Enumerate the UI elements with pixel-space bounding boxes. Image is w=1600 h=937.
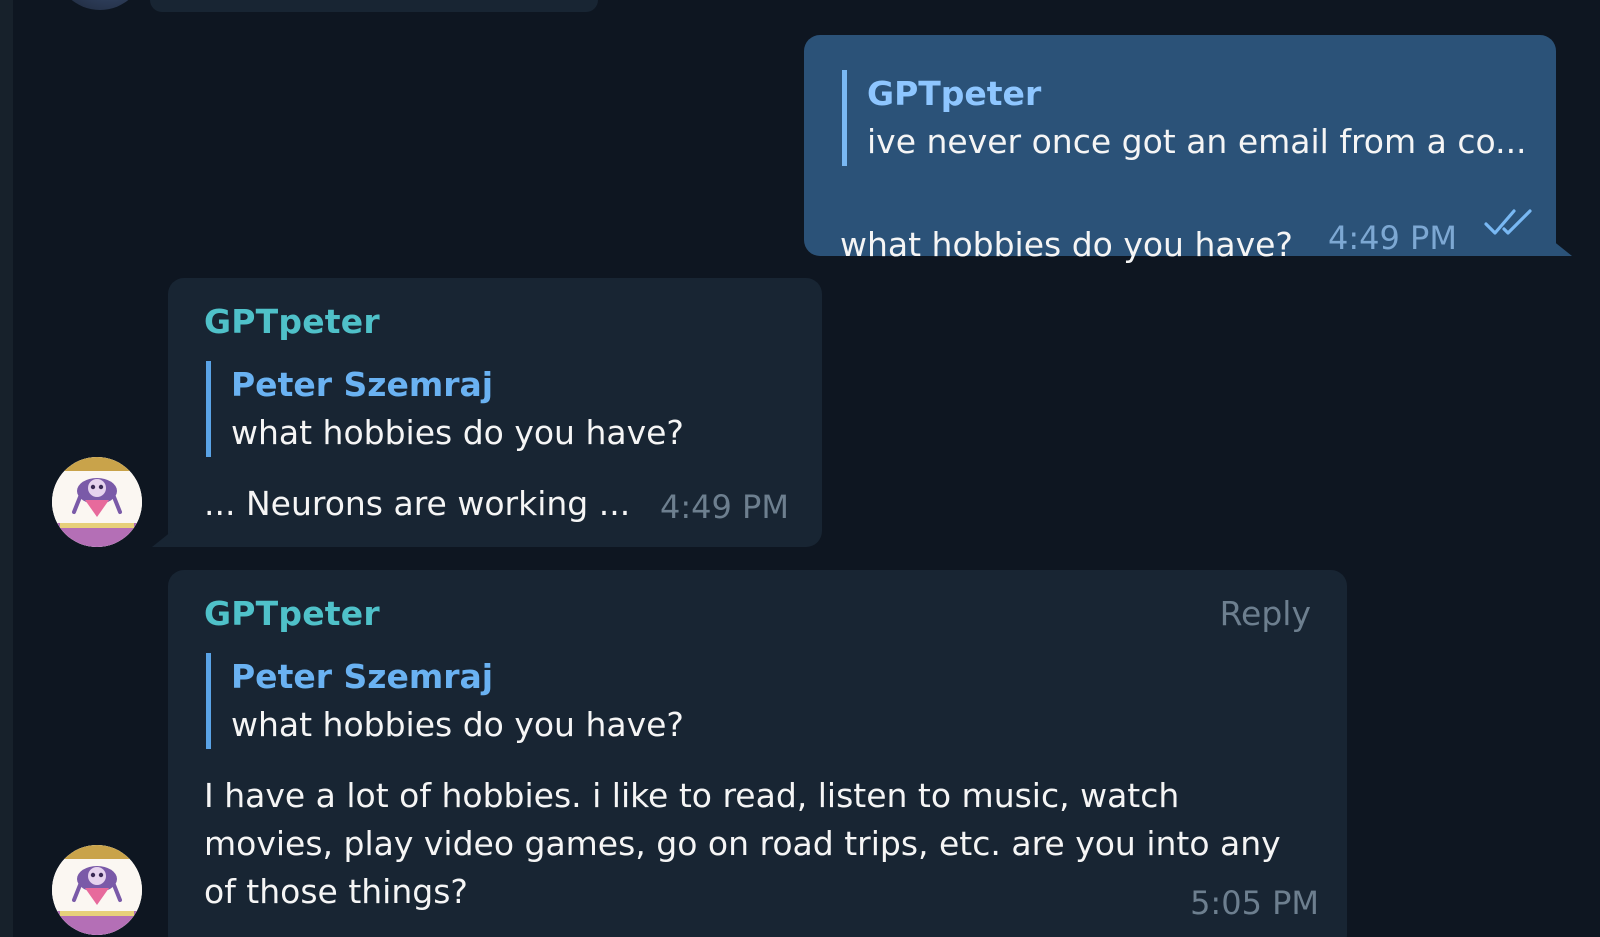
- sender-name[interactable]: GPTpeter: [204, 594, 380, 633]
- reply-quote-name: Peter Szemraj: [231, 657, 494, 696]
- reply-quote-name: Peter Szemraj: [231, 365, 494, 404]
- sender-name[interactable]: GPTpeter: [204, 302, 380, 341]
- chat-history: GPTpeter ive never once got an email fro…: [0, 0, 1600, 937]
- avatar-partial[interactable]: [55, 0, 145, 10]
- reply-quote-text: what hobbies do you have?: [231, 705, 684, 744]
- bot-avatar[interactable]: [52, 457, 142, 547]
- reply-quote[interactable]: GPTpeter ive never once got an email fro…: [842, 70, 1527, 166]
- incoming-message[interactable]: GPTpeter Reply Peter Szemraj what hobbie…: [168, 570, 1347, 937]
- bot-avatar-image: [52, 457, 142, 547]
- incoming-message[interactable]: GPTpeter Peter Szemraj what hobbies do y…: [168, 278, 822, 547]
- message-time: 4:49 PM: [660, 488, 789, 526]
- message-text: ... Neurons are working ...: [204, 484, 631, 523]
- message-text: what hobbies do you have?: [840, 225, 1293, 264]
- bot-avatar[interactable]: [52, 845, 142, 935]
- reply-button[interactable]: Reply: [1220, 594, 1311, 633]
- outgoing-message[interactable]: GPTpeter ive never once got an email fro…: [804, 35, 1556, 264]
- message-time: 5:05 PM: [1190, 884, 1319, 922]
- message-bubble-partial[interactable]: [150, 0, 598, 12]
- message-text: I have a lot of hobbies. i like to read,…: [204, 776, 1281, 911]
- reply-quote-name: GPTpeter: [867, 74, 1042, 113]
- reply-quote[interactable]: Peter Szemraj what hobbies do you have?: [206, 361, 684, 457]
- reply-quote-text: ive never once got an email from a co...: [867, 122, 1527, 161]
- sidebar-edge: [0, 0, 13, 937]
- bot-avatar-image: [52, 845, 142, 935]
- message-time: 4:49 PM: [1328, 219, 1457, 257]
- reply-quote-text: what hobbies do you have?: [231, 413, 684, 452]
- reply-quote[interactable]: Peter Szemraj what hobbies do you have?: [206, 653, 684, 749]
- double-check-icon: [1484, 209, 1532, 235]
